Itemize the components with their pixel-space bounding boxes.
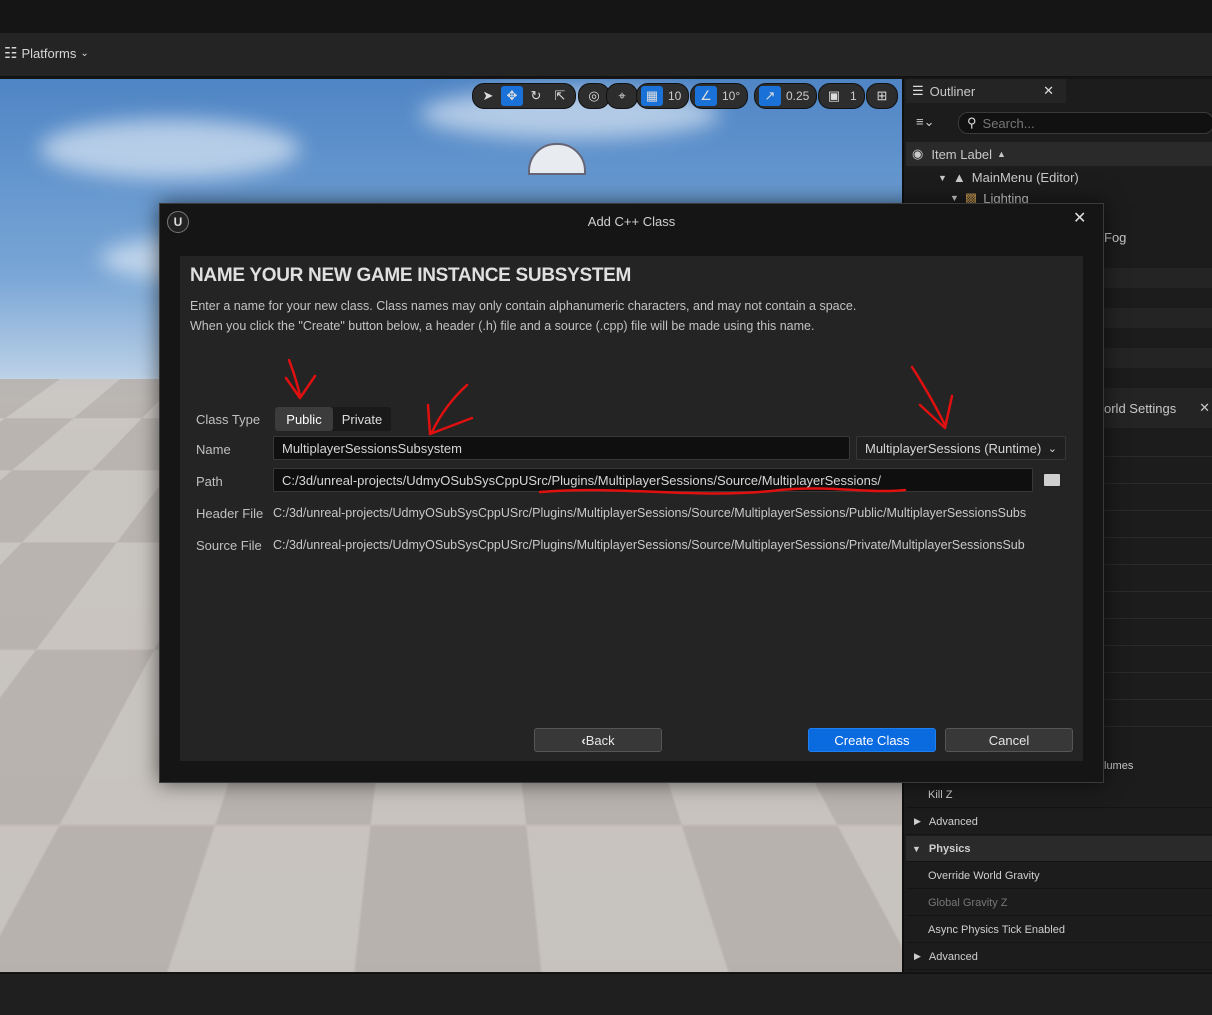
annotation-arrow (284, 358, 317, 400)
annotation-underline (538, 487, 907, 495)
annotation-overlay (284, 358, 954, 495)
annotation-arrow (426, 383, 474, 436)
annotation-arrow (910, 365, 954, 430)
